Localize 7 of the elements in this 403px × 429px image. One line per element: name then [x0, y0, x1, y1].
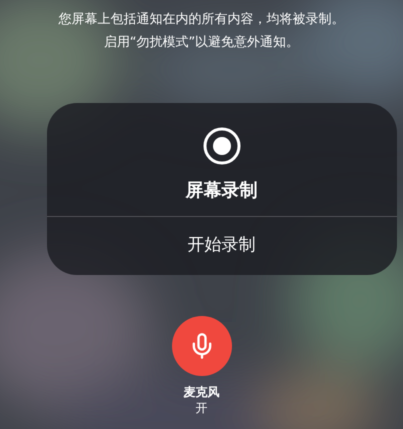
notice-text: 启用“勿扰模式”以避免意外通知。	[104, 34, 300, 52]
microphone-label: 麦克风	[184, 384, 220, 400]
notice-text: 您屏幕上包括通知在内的所有内容，均将被录制。	[58, 11, 344, 29]
record-icon	[202, 127, 240, 165]
microphone-status: 开	[196, 400, 208, 416]
panel-title: 屏幕录制	[186, 179, 258, 203]
start-recording-button[interactable]: 开始录制	[46, 217, 396, 275]
